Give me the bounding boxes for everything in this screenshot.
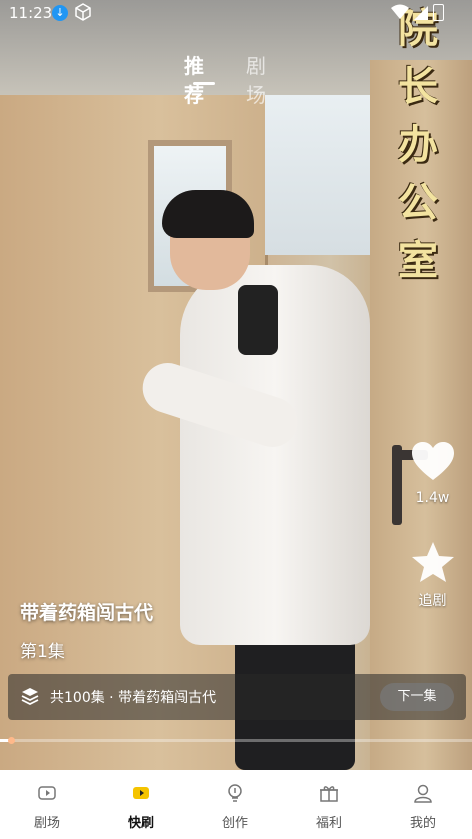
person-hair (162, 190, 254, 238)
nav-label: 剧场 (33, 816, 60, 831)
nav-label: 我的 (409, 816, 436, 831)
drama-title[interactable]: 带着药箱闯古代 (20, 598, 153, 625)
bottom-nav: 剧场 快刷 创作 福利 我的 (0, 770, 472, 839)
status-bar: 11:23 ↓ (0, 0, 472, 26)
favorite-label: 追剧 (418, 593, 447, 609)
cube-icon (74, 3, 92, 25)
like-count: 1.4w (415, 490, 450, 506)
person-shirt (238, 285, 278, 355)
nav-label: 快刷 (127, 816, 154, 831)
series-bar[interactable]: 共100集 · 带着药箱闯古代 下一集 (8, 674, 466, 720)
next-episode-button[interactable]: 下一集 (380, 683, 454, 711)
play-icon (94, 782, 188, 806)
heart-icon (411, 442, 454, 480)
nav-label: 福利 (315, 816, 342, 831)
battery-icon (433, 4, 444, 21)
tab-recommend[interactable]: 推荐 (184, 50, 204, 108)
bulb-icon (188, 782, 282, 806)
status-time: 11:23 (9, 4, 53, 22)
like-button[interactable]: 1.4w (405, 440, 460, 506)
overlay-char: 办 (398, 121, 438, 168)
scene-window-right (265, 95, 370, 255)
overlay-char: 长 (398, 63, 438, 110)
overlay-char: 公 (398, 179, 438, 226)
wifi-icon (390, 3, 410, 25)
person-icon (376, 782, 470, 806)
layers-icon (21, 687, 39, 709)
nav-item-create[interactable]: 创作 (188, 770, 282, 839)
nav-item-profile[interactable]: 我的 (376, 770, 470, 839)
star-icon (411, 542, 454, 582)
nav-item-quick[interactable]: 快刷 (94, 770, 188, 839)
overlay-char: 室 (398, 237, 438, 284)
nav-item-theater[interactable]: 剧场 (0, 770, 94, 839)
overlay-title: 院 长 办 公 室 (388, 0, 448, 290)
nav-item-welfare[interactable]: 福利 (282, 770, 376, 839)
favorite-button[interactable]: 追剧 (405, 540, 460, 610)
gift-icon (282, 782, 376, 806)
episode-label: 第1集 (20, 642, 65, 662)
download-icon: ↓ (52, 5, 68, 21)
video-player[interactable]: 院 长 办 公 室 (0, 0, 472, 770)
tab-indicator (193, 82, 215, 85)
signal-icon (413, 3, 429, 25)
video-icon (0, 782, 94, 806)
nav-label: 创作 (221, 816, 248, 831)
tab-theater[interactable]: 剧场 (246, 50, 266, 108)
series-info: 共100集 · 带着药箱闯古代 (50, 690, 217, 706)
progress-bar[interactable] (0, 737, 472, 744)
